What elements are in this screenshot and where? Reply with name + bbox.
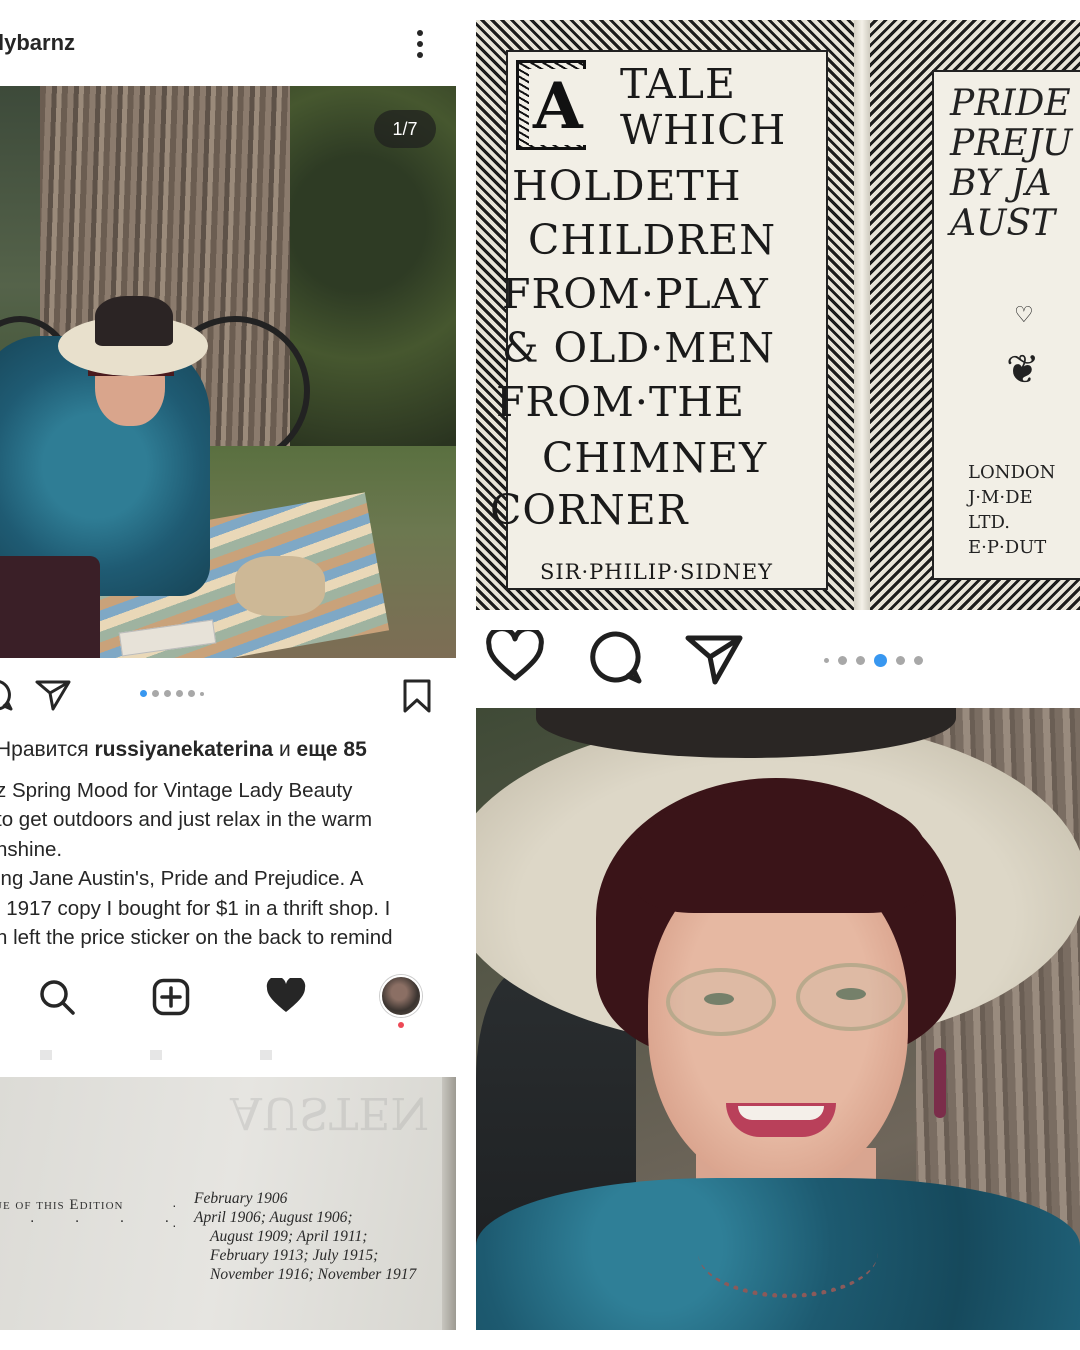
necklace xyxy=(698,1208,878,1298)
notification-dot xyxy=(398,1022,404,1028)
publisher-line: LTD. xyxy=(968,512,1011,533)
title-page-line: PRIDE xyxy=(950,83,1071,124)
title-line: FROM·THE xyxy=(496,378,745,426)
bleed-through-title: AUSTEN xyxy=(230,1087,429,1138)
edition-date-line: November 1916; November 1917 xyxy=(210,1266,417,1283)
share-icon[interactable] xyxy=(684,632,744,686)
post-actions-large xyxy=(476,610,1080,706)
title-page-panel: PRIDE PREJU BY JA AUST ♡ ❦ LONDON J·M·DE… xyxy=(932,70,1080,580)
publisher-line: E·P·DUT xyxy=(968,537,1047,558)
post-username[interactable]: lybarnz xyxy=(0,30,75,56)
edition-date-line: April 1906; August 1906; xyxy=(194,1209,353,1226)
title-line: & OLD·MEN xyxy=(502,324,776,372)
teeth xyxy=(738,1106,824,1120)
edition-date-line: February 1913; July 1915; xyxy=(210,1247,379,1264)
publisher-block: LONDON J·M·DE LTD. E·P·DUT xyxy=(968,460,1055,560)
caption-line: to get outdoors and just relax in the wa… xyxy=(0,808,373,832)
heart-ornament-icon: ♡ xyxy=(1014,302,1034,327)
carousel-indicator-large xyxy=(824,654,923,667)
drop-cap: A xyxy=(516,60,587,150)
share-icon[interactable] xyxy=(34,678,72,712)
carousel-indicator xyxy=(140,690,204,697)
book-title-spread[interactable]: A TALE WHICH HOLDETH CHILDREN FROM·PLAY … xyxy=(476,20,1080,610)
leader-dots: . . . . xyxy=(30,1209,188,1226)
title-page-line: AUST xyxy=(950,203,1056,244)
heart-icon[interactable] xyxy=(266,978,306,1014)
earring xyxy=(934,1048,946,1118)
title-line: CHILDREN xyxy=(528,216,777,264)
edition-date-line: February 1906 xyxy=(194,1190,288,1207)
glasses-lens xyxy=(796,963,906,1031)
search-icon[interactable] xyxy=(38,978,76,1016)
post-actions xyxy=(0,660,456,730)
publisher-line: J·M·DE xyxy=(968,487,1033,508)
likes-line[interactable]: Нравится russiyanekaterina и еще 85 xyxy=(0,738,367,762)
title-line: CHIMNEY xyxy=(542,434,768,482)
comment-icon[interactable] xyxy=(588,630,644,686)
drop-cap-letter: A xyxy=(529,69,587,145)
post-caption: z Spring Mood for Vintage Lady Beauty to… xyxy=(0,776,446,960)
glasses-lens xyxy=(666,968,776,1036)
caption-line: n left the price sticker on the back to … xyxy=(0,926,393,950)
title-line: FROM·PLAY xyxy=(502,270,769,318)
caption-line: nshine. xyxy=(0,837,63,861)
handbag xyxy=(235,556,325,616)
edition-dates: February 1906 April 1906; August 1906; A… xyxy=(166,1189,416,1284)
page-edge xyxy=(442,1077,456,1330)
caption-line: z Spring Mood for Vintage Lady Beauty xyxy=(0,779,353,802)
like-icon[interactable] xyxy=(486,630,544,682)
title-page-title: PRIDE PREJU BY JA AUST xyxy=(950,84,1072,244)
portrait-photo[interactable] xyxy=(476,708,1080,1330)
instagram-post-screenshot: lybarnz 1/7 Нравится russiyanekaterina и… xyxy=(0,0,456,1350)
more-options-icon[interactable] xyxy=(410,28,430,60)
title-line: CORNER xyxy=(490,486,689,534)
publisher-line: LONDON xyxy=(968,462,1056,483)
frontispiece-panel: A TALE WHICH HOLDETH CHILDREN FROM·PLAY … xyxy=(490,50,828,590)
bookmark-icon[interactable] xyxy=(402,678,432,714)
edition-page-photo: AUSTEN ue of this Edition . . . . · · Fe… xyxy=(0,1077,456,1330)
nav-ghost-icons xyxy=(40,1050,340,1060)
caption-line: ing Jane Austin's, Pride and Prejudice. … xyxy=(0,867,364,891)
title-line: TALE xyxy=(620,60,736,108)
add-post-icon[interactable] xyxy=(152,978,190,1016)
edition-date-line: August 1909; April 1911; xyxy=(210,1228,368,1245)
book-gutter xyxy=(854,20,870,610)
post-header: lybarnz xyxy=(0,0,456,86)
profile-avatar[interactable] xyxy=(380,975,422,1017)
caption-line: l 1917 copy I bought for $1 in a thrift … xyxy=(0,896,391,920)
book-author: SIR·PHILIP·SIDNEY xyxy=(540,560,774,584)
rose-ornament-icon: ❦ xyxy=(1006,348,1040,392)
hat-crown xyxy=(95,296,173,346)
likes-prefix: Нравится xyxy=(0,738,95,761)
title-page-line: BY JA xyxy=(950,163,1052,204)
likes-user[interactable]: russiyanekaterina xyxy=(95,738,274,761)
likes-count[interactable]: еще 85 xyxy=(297,738,367,761)
title-line: HOLDETH xyxy=(512,162,742,210)
bangs xyxy=(636,788,926,913)
title-page-line: PREJU xyxy=(950,123,1073,164)
likes-middle: и xyxy=(273,738,297,761)
woman-skirt xyxy=(0,556,100,658)
title-line: WHICH xyxy=(620,106,787,154)
carousel-counter: 1/7 xyxy=(374,110,436,148)
comment-icon[interactable] xyxy=(0,678,14,712)
post-photo[interactable] xyxy=(0,86,456,658)
